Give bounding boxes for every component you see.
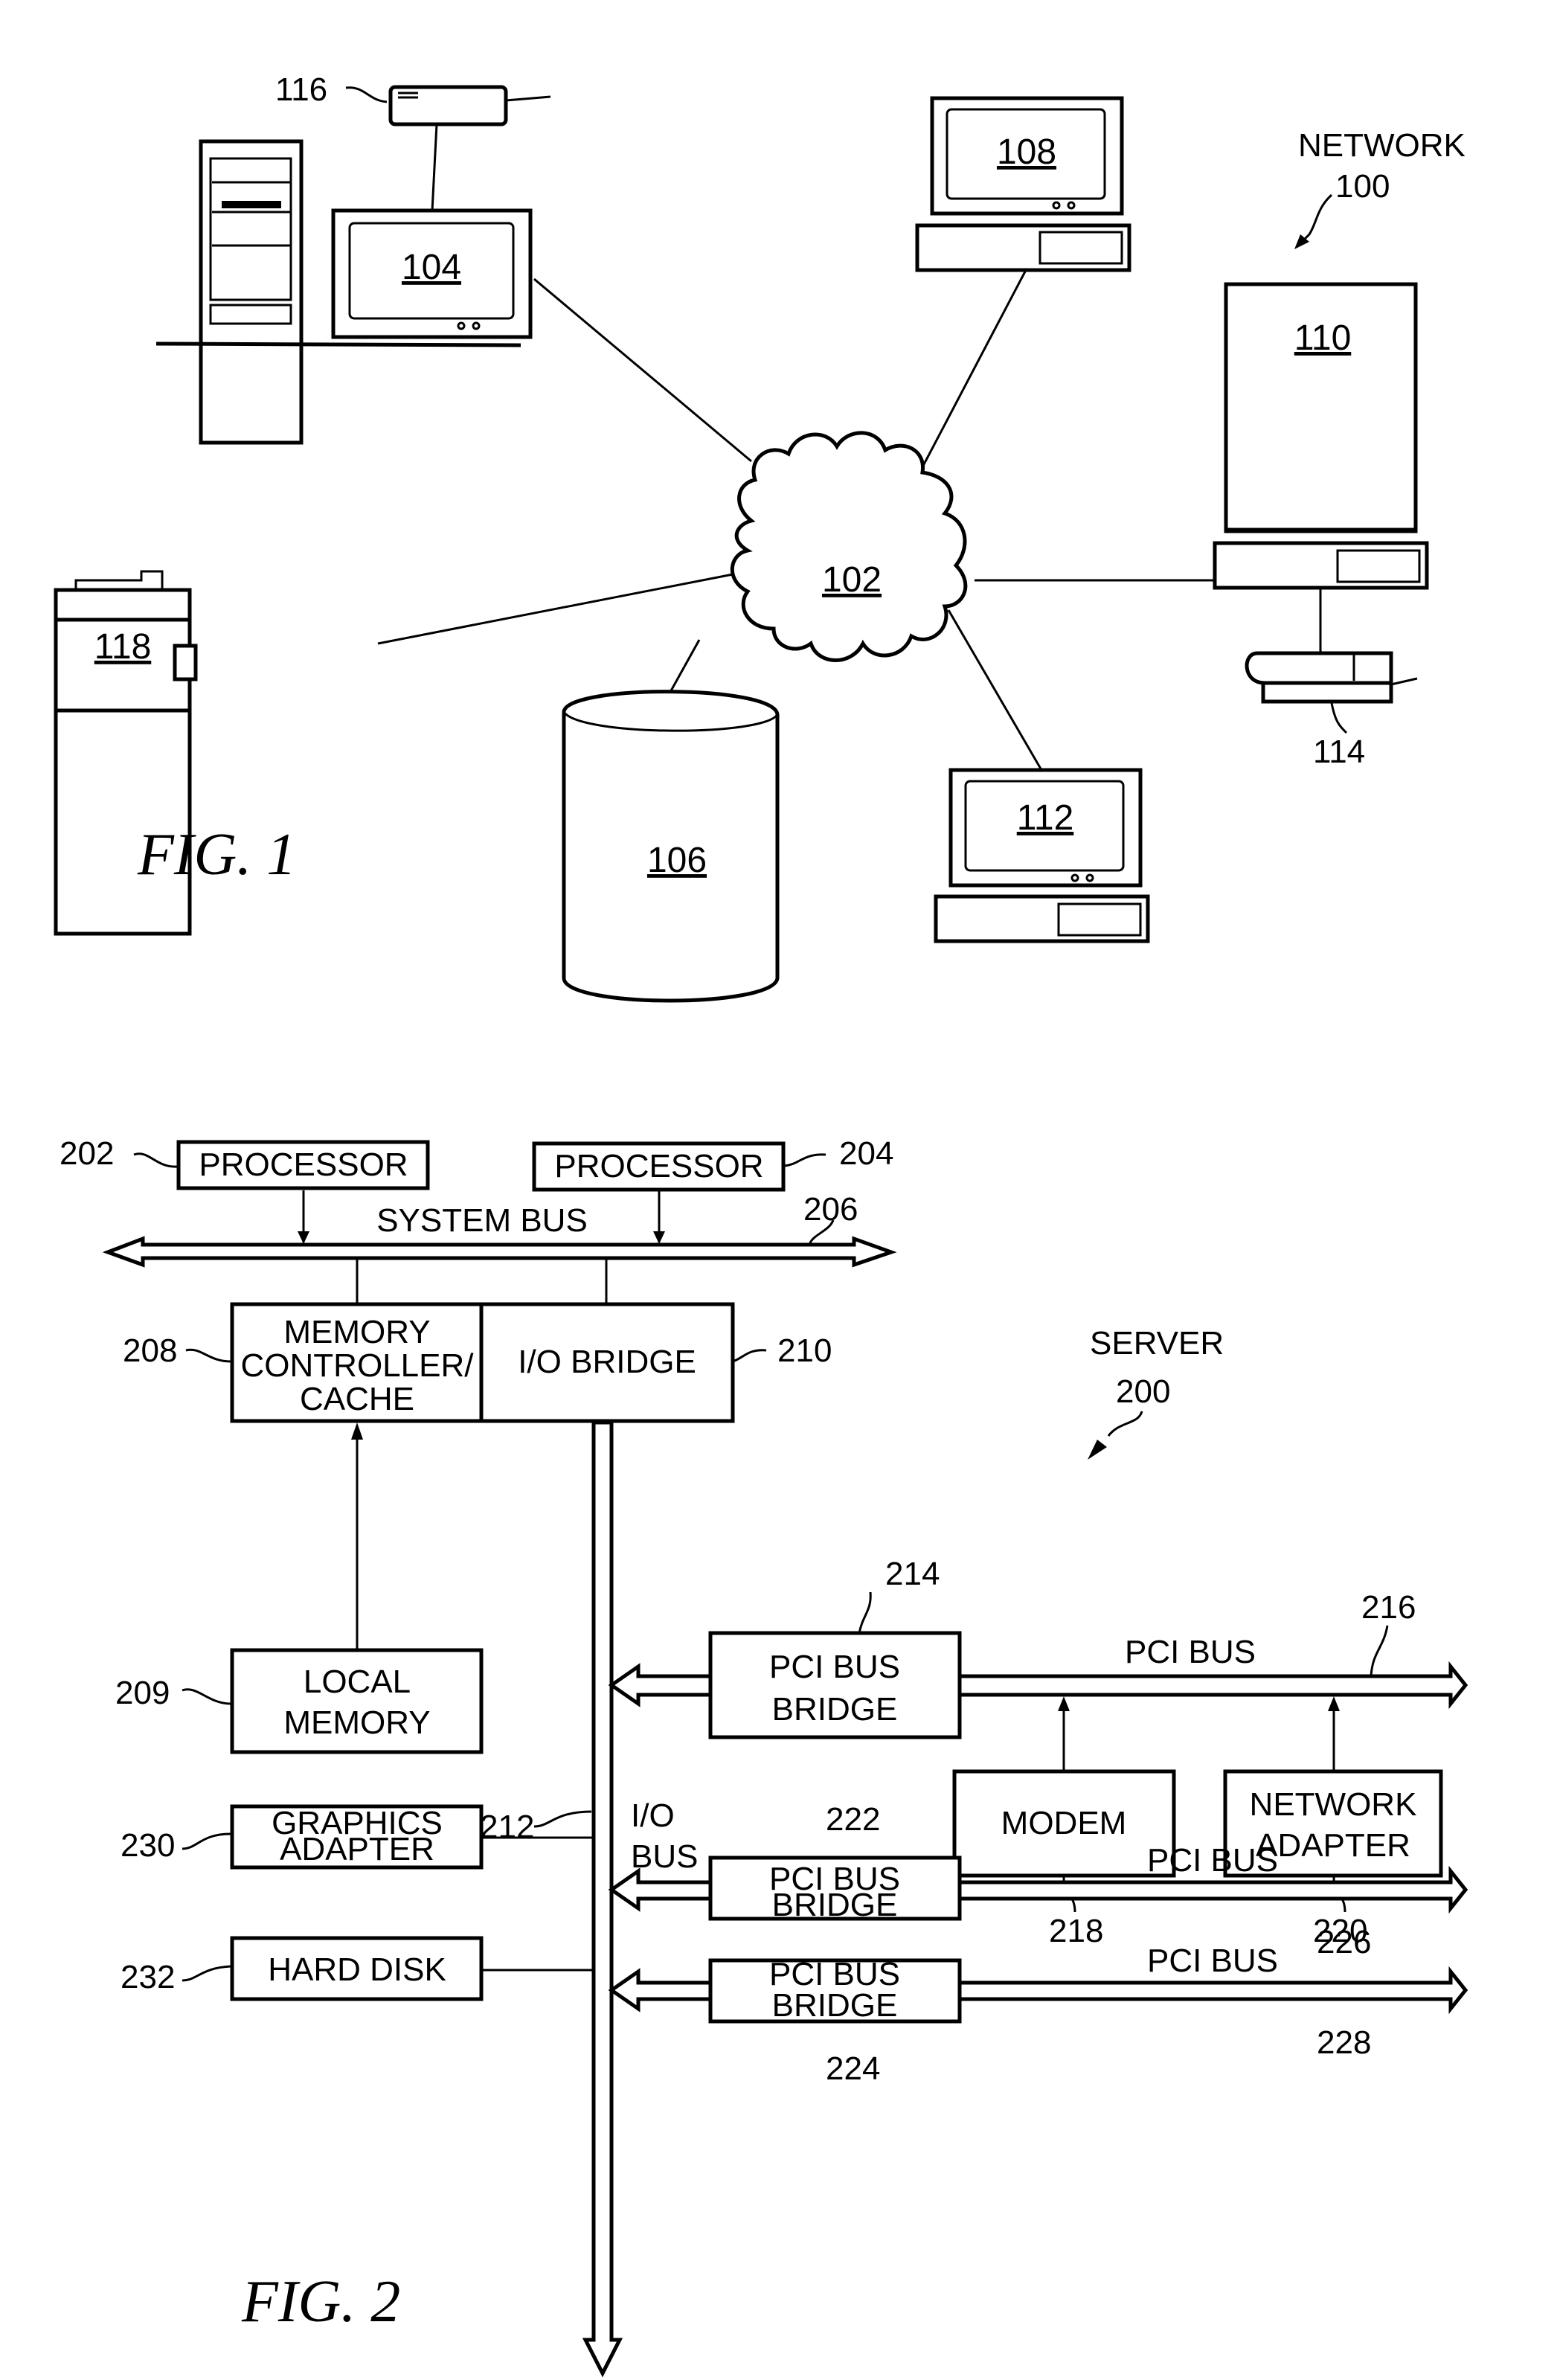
pci-bus-228-ref: 228 [1317,2024,1371,2061]
memory-controller-line-1: MEMORY [283,1314,430,1350]
pci-bus-216-ref: 216 [1361,1589,1416,1626]
hard-disk-232: HARD DISK 232 [121,1936,594,2001]
network-ref: 102 [822,560,882,600]
network-cloud: 102 [730,431,968,662]
local-memory-line-1: LOCAL [304,1664,411,1700]
client-108: 108 [915,96,1131,272]
link-104-102 [533,278,752,463]
pci-bus-216: PCI BUS 216 [957,1589,1468,1710]
fig2-caption: FIG. 2 [241,2269,400,2335]
memory-controller-ref: 208 [123,1332,177,1369]
client-112: 112 [934,768,1150,943]
storage-106: 106 [562,690,780,1003]
graphics-adapter-ref: 230 [121,1827,175,1864]
left-arrow-icon [608,1663,713,1707]
network-adapter-line-1: NETWORK [1250,1786,1417,1823]
pci-bridge-214: PCI BUS BRIDGE 214 [608,1556,962,1739]
modem-label: MODEM [1001,1805,1127,1841]
server-104: 104 [155,139,533,445]
arrow-icon [351,1422,363,1440]
pci-bus-226-label: PCI BUS [1147,1842,1278,1879]
memory-controller-line-3: CACHE [300,1381,414,1417]
right-arrow-icon [957,1661,1468,1710]
pci-bus-228: PCI BUS 228 [957,1943,1468,2061]
io-bus-arrow-icon [582,1420,623,2378]
processor-202-label: PROCESSOR [199,1146,408,1183]
device-116-ref: 116 [275,71,327,108]
storage-ref: 106 [647,841,707,880]
system-bus-label: SYSTEM BUS [376,1202,588,1239]
modem-ref: 218 [1049,1913,1103,1949]
graphics-adapter-line-2: ADAPTER [280,1831,434,1867]
arrow-icon [1058,1696,1070,1711]
memory-controller-208: MEMORY CONTROLLER/ CACHE 208 [123,1302,484,1423]
fig2-title: SERVER 200 [1088,1325,1224,1460]
fig1-network-diagram: 102 104 116 108 110 114 112 106 118 NETW… [54,71,1465,1003]
printer-114-ref: 114 [1313,734,1365,770]
processor-204-label: PROCESSOR [554,1148,763,1184]
server-ref: 104 [402,248,461,287]
printer-114: 114 [1245,651,1418,770]
pci-bus-228-label: PCI BUS [1147,1943,1278,1979]
pci-bridge-224-ref: 224 [826,2050,880,2087]
arrow-icon [298,1231,309,1244]
io-bridge-label: I/O BRIDGE [518,1344,696,1380]
printer-118-ref: 118 [94,627,152,667]
io-bus-line-1: I/O [631,1797,675,1834]
local-memory-ref: 209 [115,1675,170,1711]
left-arrow-icon [608,1968,713,2012]
server-title-ref: 200 [1116,1373,1170,1410]
io-bus-ref: 212 [480,1809,534,1845]
server-title: SERVER [1090,1325,1224,1361]
fig1-title: NETWORK 100 [1294,127,1465,249]
memory-controller-line-2: CONTROLLER/ [241,1347,475,1384]
system-bus-206: SYSTEM BUS 206 [102,1191,897,1268]
processor-202-ref: 202 [60,1135,114,1172]
fig1-caption: FIG. 1 [137,822,296,888]
pci-bridge-222-ref: 222 [826,1801,880,1838]
link-106-102 [668,639,701,694]
pci-bus-216-label: PCI BUS [1125,1634,1256,1670]
link-118-102 [377,573,733,645]
floppy-slot-icon [222,201,281,208]
client-110-ref: 110 [1294,318,1352,358]
network-title: NETWORK [1298,127,1465,164]
pci-bridge-224-line-2: BRIDGE [772,1987,898,2024]
local-memory-209: LOCAL MEMORY 209 [115,1648,484,1754]
left-arrow-icon [608,1867,713,1912]
io-bridge-210: I/O BRIDGE 210 [479,1302,832,1423]
fig2-server-diagram: PROCESSOR 202 PROCESSOR 204 SYSTEM BUS 2… [60,1135,1468,2378]
arrow-icon [653,1231,665,1244]
server-tower [199,139,304,445]
modem-218: MODEM 218 [952,1696,1176,1949]
hard-disk-ref: 232 [121,1959,175,1995]
local-memory-line-2: MEMORY [283,1704,430,1741]
io-bus-line-2: BUS [631,1838,698,1875]
processor-204: PROCESSOR 204 [532,1135,893,1192]
pci-bus-226-ref: 226 [1317,1924,1371,1960]
processor-202: PROCESSOR 202 [60,1135,430,1190]
pci-bridge-214-line-1: PCI BUS [769,1649,900,1685]
system-bus-ref: 206 [803,1191,858,1228]
network-adapter-220: NETWORK ADAPTER 220 [1223,1696,1443,1949]
device-116: 116 [275,71,551,126]
processor-204-ref: 204 [839,1135,893,1172]
pci-bridge-214-ref: 214 [885,1556,940,1592]
patent-drawing: 102 104 116 108 110 114 112 106 118 NETW… [54,71,1468,2378]
network-title-ref: 100 [1335,168,1390,205]
double-arrow-icon [102,1236,897,1268]
network-adapter-line-2: ADAPTER [1256,1827,1410,1864]
pci-bridge-214-line-2: BRIDGE [772,1691,898,1728]
client-108-ref: 108 [997,132,1056,172]
io-bridge-ref: 210 [777,1332,832,1369]
pci-bridge-222-line-2: BRIDGE [772,1887,898,1923]
arrow-icon [1328,1696,1340,1711]
client-110: 110 [1213,282,1429,590]
link-112-102 [947,609,1043,771]
hard-disk-label: HARD DISK [268,1951,446,1988]
client-112-ref: 112 [1017,798,1074,838]
arrow-icon [1088,1440,1107,1460]
pci-bridge-224: PCI BUS BRIDGE 224 [608,1956,962,2087]
printer-114-base [1261,681,1393,704]
